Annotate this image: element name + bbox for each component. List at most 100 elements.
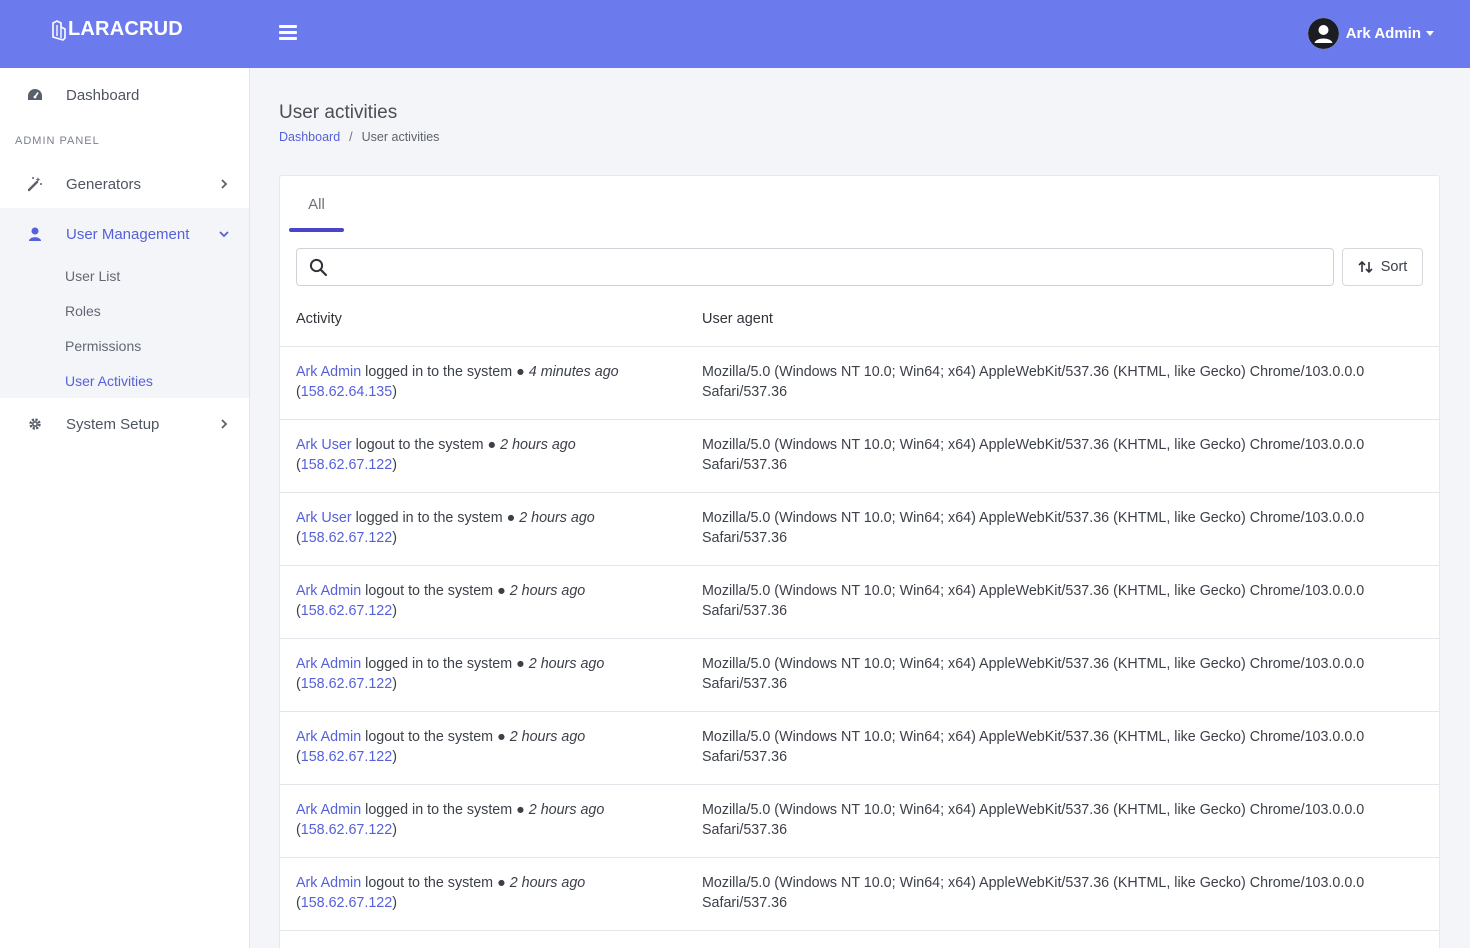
activity-action: logout to the system: [365, 729, 494, 745]
sort-button[interactable]: Sort: [1342, 248, 1423, 286]
sidebar: Dashboard ADMIN PANEL Generators User Ma…: [0, 68, 250, 948]
user-agent-line: Mozilla/5.0 (Windows NT 10.0; Win64; x64…: [702, 510, 1365, 526]
sidebar-subitem-roles[interactable]: Roles: [65, 303, 101, 319]
user-link[interactable]: Ark Admin: [296, 583, 361, 599]
page-title: User activities: [279, 102, 398, 123]
avatar: [1307, 18, 1339, 49]
sidebar-item-label: Generators: [66, 175, 142, 193]
bullet: ●: [516, 364, 525, 380]
brand-logo[interactable]: LARACRUD: [51, 18, 183, 41]
activity-cell: Ark Admin logout to the system ● 2 hours…: [296, 729, 586, 765]
caret-down-icon: [1426, 31, 1434, 36]
user-link[interactable]: Ark User: [296, 510, 352, 526]
activity-time: 2 hours ago: [509, 729, 586, 745]
user-agent-cell: Mozilla/5.0 (Windows NT 10.0; Win64; x64…: [702, 800, 1402, 840]
user-agent-cell: Mozilla/5.0 (Windows NT 10.0; Win64; x64…: [702, 581, 1402, 621]
search-input[interactable]: [339, 255, 1319, 279]
activity-action: logout to the system: [365, 875, 494, 891]
ip-link[interactable]: 158.62.67.122: [301, 822, 392, 838]
gear-icon: [27, 416, 43, 432]
user-agent-line: Mozilla/5.0 (Windows NT 10.0; Win64; x64…: [702, 729, 1365, 745]
activity-action: logged in to the system: [355, 510, 503, 526]
table-row: Ark Admin logout to the system ● 2 hours…: [280, 566, 1439, 639]
activity-action: logged in to the system: [365, 364, 513, 380]
activity-time: 2 hours ago: [509, 875, 586, 891]
ip-link[interactable]: 158.62.67.122: [301, 676, 392, 692]
user-agent-line: Mozilla/5.0 (Windows NT 10.0; Win64; x64…: [702, 364, 1365, 380]
column-header-user-agent: User agent: [702, 311, 773, 327]
user-name: Ark Admin: [1345, 25, 1421, 42]
brand-name: LARACRUD: [68, 18, 183, 40]
magic-wand-icon: [27, 176, 43, 192]
user-link[interactable]: Ark Admin: [296, 656, 361, 672]
breadcrumb: Dashboard / User activities: [279, 130, 439, 144]
user-agent-line: Safari/537.36: [702, 749, 788, 765]
user-agent-line: Mozilla/5.0 (Windows NT 10.0; Win64; x64…: [702, 875, 1365, 891]
bullet: ●: [497, 729, 506, 745]
breadcrumb-home-link[interactable]: Dashboard: [279, 130, 340, 144]
activity-cell: Ark Admin logged in to the system ● 2 ho…: [296, 656, 605, 692]
hamburger-menu-icon[interactable]: [277, 22, 299, 44]
laravel-logo-icon: [52, 19, 66, 41]
ip-link[interactable]: 158.62.67.122: [301, 530, 392, 546]
person-icon: [27, 226, 43, 242]
sidebar-item-user-management[interactable]: User Management: [0, 209, 249, 259]
user-agent-line: Safari/537.36: [702, 603, 788, 619]
breadcrumb-separator: /: [349, 130, 353, 144]
sidebar-item-generators[interactable]: Generators: [0, 159, 249, 209]
user-link[interactable]: Ark Admin: [296, 802, 361, 818]
activity-time: 2 hours ago: [528, 656, 605, 672]
activity-time: 2 hours ago: [500, 437, 576, 453]
table-row: Ark Admin logout to the system ● 2 hours…: [280, 712, 1439, 785]
ip-link[interactable]: 158.62.67.122: [301, 895, 392, 911]
ip-link[interactable]: 158.62.67.122: [301, 749, 392, 765]
user-menu-dropdown[interactable]: Ark Admin: [1307, 18, 1434, 49]
top-navbar: LARACRUD Ark Admin: [0, 0, 1470, 68]
activity-cell: Ark Admin logged in to the system ● 2 ho…: [296, 802, 605, 838]
breadcrumb-current: User activities: [361, 130, 440, 144]
search-field[interactable]: [296, 248, 1334, 286]
sort-arrows-icon: [1358, 260, 1373, 274]
table-row: Ark User logout to the system ● 2 hours …: [280, 420, 1439, 493]
bullet: ●: [516, 802, 525, 818]
user-link[interactable]: Ark User: [296, 437, 352, 453]
activity-cell: Ark User logged in to the system ● 2 hou…: [296, 510, 595, 546]
sidebar-subitem-permissions[interactable]: Permissions: [65, 338, 141, 354]
user-agent-cell: Mozilla/5.0 (Windows NT 10.0; Win64; x64…: [702, 435, 1402, 475]
user-link[interactable]: Ark Admin: [296, 875, 361, 891]
speedometer-icon: [27, 87, 43, 103]
sidebar-item-dashboard[interactable]: Dashboard: [0, 70, 249, 120]
table-row: Ark Admin logged in to the system ● 2 ho…: [280, 785, 1439, 858]
activity-action: logout to the system: [365, 583, 494, 599]
activity-cell: Ark User logout to the system ● 2 hours …: [296, 437, 576, 473]
sidebar-subitem-user-activities[interactable]: User Activities: [65, 373, 153, 389]
activity-cell: Ark Admin logout to the system ● 2 hours…: [296, 583, 586, 619]
user-avatar-icon: [1307, 18, 1339, 49]
bullet: ●: [516, 656, 525, 672]
user-agent-cell: Mozilla/5.0 (Windows NT 10.0; Win64; x64…: [702, 873, 1402, 913]
sidebar-item-label: Dashboard: [66, 86, 140, 104]
table-row: Ark Admin logout to the system ● 2 hours…: [280, 858, 1439, 931]
ip-link[interactable]: 158.62.64.135: [301, 384, 392, 400]
user-agent-cell: Mozilla/5.0 (Windows NT 10.0; Win64; x64…: [702, 362, 1402, 402]
table-row: Ark User logged in to the system ● 2 hou…: [280, 493, 1439, 566]
sidebar-item-system-setup[interactable]: System Setup: [0, 399, 249, 449]
chevron-right-icon: [221, 179, 228, 189]
sidebar-item-label: User Management: [66, 225, 190, 243]
tab-all[interactable]: All: [289, 176, 344, 232]
sidebar-subitem-user-list[interactable]: User List: [65, 268, 120, 284]
user-link[interactable]: Ark Admin: [296, 729, 361, 745]
table-row: Ark Admin logged in to the system ● 4 mi…: [280, 347, 1439, 420]
activity-action: logout to the system: [355, 437, 484, 453]
activity-time: 2 hours ago: [528, 802, 605, 818]
user-link[interactable]: Ark Admin: [296, 364, 361, 380]
activity-cell: Ark Admin logged in to the system ● 4 mi…: [296, 364, 619, 400]
activities-card: All Sort Activity User agent Ark Admin l…: [279, 175, 1440, 948]
active-tab-indicator: [289, 228, 344, 232]
ip-link[interactable]: 158.62.67.122: [301, 603, 392, 619]
table-row: Ark Admin logged in to the system ● 2 ho…: [280, 639, 1439, 712]
ip-link[interactable]: 158.62.67.122: [301, 457, 392, 473]
user-agent-cell: Mozilla/5.0 (Windows NT 10.0; Win64; x64…: [702, 508, 1402, 548]
activity-action: logged in to the system: [365, 802, 513, 818]
user-agent-line: Safari/537.36: [702, 384, 788, 400]
